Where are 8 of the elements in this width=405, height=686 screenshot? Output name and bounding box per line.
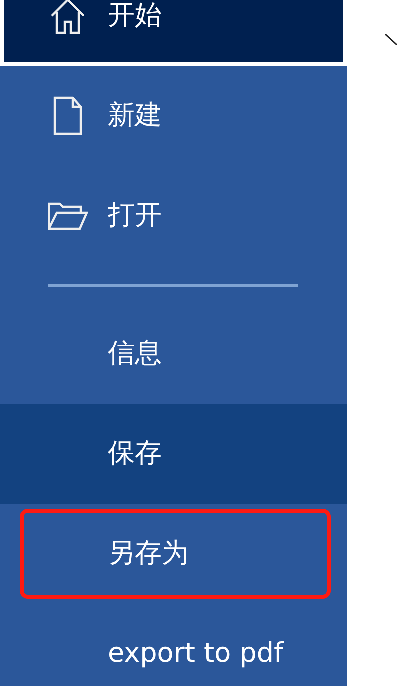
menu-item[interactable]: 打开	[0, 166, 347, 266]
menu-item[interactable]: 信息	[0, 304, 347, 404]
menu-item[interactable]: 另存为	[20, 509, 331, 599]
menu-item[interactable]: 保存	[0, 404, 347, 504]
menu-item[interactable]: export to pdf	[0, 604, 347, 686]
menu-item[interactable]: 开始	[0, 0, 347, 66]
stroke-icon	[385, 34, 397, 46]
menu-item[interactable]: 新建	[0, 66, 347, 166]
